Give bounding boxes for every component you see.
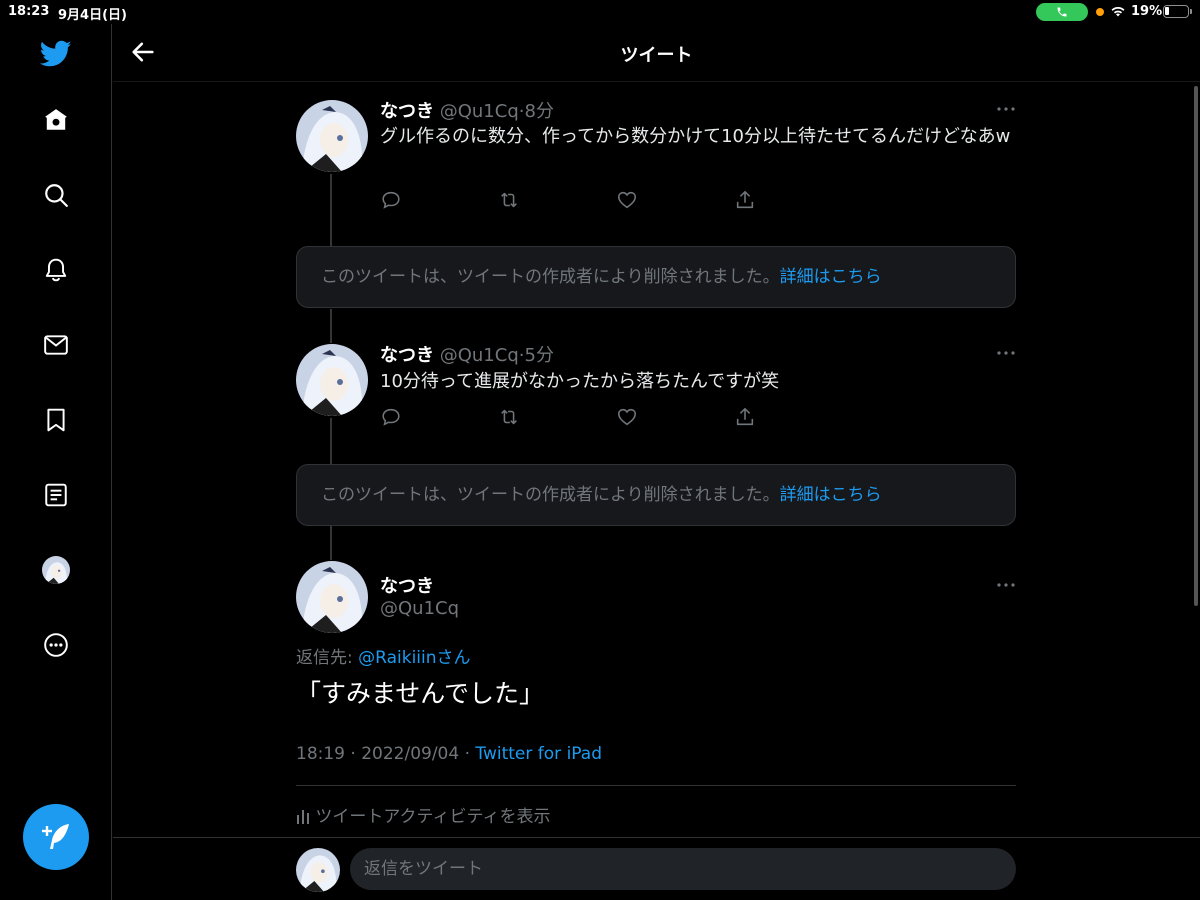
status-bar: 18:23 9月4日(日) 19% <box>0 0 1200 24</box>
tweet-actions <box>380 406 780 430</box>
display-name[interactable]: なつき <box>380 576 434 597</box>
mail-icon[interactable] <box>38 327 74 363</box>
avatar[interactable] <box>296 100 368 172</box>
deleted-tweet-notice: このツイートは、ツイートの作成者により削除されました。詳細はこちら <box>296 464 1016 526</box>
main-tweet-text: 「すみませんでした」 <box>296 679 545 708</box>
tweet-time[interactable]: 8分 <box>525 101 554 122</box>
retweet-icon[interactable] <box>498 406 520 428</box>
wifi-icon <box>1111 7 1125 17</box>
deleted-tweet-notice: このツイートは、ツイートの作成者により削除されました。詳細はこちら <box>296 246 1016 308</box>
retweet-icon[interactable] <box>498 189 520 211</box>
more-options-icon[interactable] <box>995 104 1017 114</box>
more-options-icon[interactable] <box>995 580 1017 590</box>
header: ツイート <box>113 24 1200 82</box>
handle[interactable]: @Qu1Cq <box>380 598 459 619</box>
battery-percent: 19% <box>1131 4 1163 19</box>
status-time: 18:23 <box>8 4 50 19</box>
tweet-header: なつき @Qu1Cq·8分 <box>380 97 554 123</box>
analytics-icon <box>297 810 309 824</box>
tweet-text: グル作るのに数分、作ってから数分かけて10分以上待たせてるんだけどなあw <box>380 126 1011 147</box>
replying-to: 返信先: @Raikiiinさん <box>296 643 471 668</box>
tweet-activity-link[interactable]: ツイートアクティビティを表示 <box>296 802 551 827</box>
main-tweet-name: なつき <box>380 572 434 598</box>
divider <box>296 785 1016 786</box>
reply-bar-avatar <box>296 848 340 892</box>
display-name[interactable]: なつき <box>380 345 434 366</box>
tweet-timestamp: 18:19 · 2022/09/04 · Twitter for iPad <box>296 744 602 764</box>
feather-plus-icon <box>42 824 69 849</box>
sidebar <box>0 24 112 900</box>
battery-icon <box>1163 5 1189 18</box>
display-name[interactable]: なつき <box>380 101 434 122</box>
status-date: 9月4日(日) <box>58 8 127 23</box>
deleted-notice-text: このツイートは、ツイートの作成者により削除されました。 <box>321 267 780 287</box>
tweet-detail-column: ツイート なつき @Qu1Cq·8分 グル作るのに数分、作ってから数分かけて10… <box>113 24 1200 900</box>
divider <box>113 837 1200 838</box>
bell-icon[interactable] <box>38 252 74 288</box>
more-options-icon[interactable] <box>995 348 1017 358</box>
deleted-notice-text: このツイートは、ツイートの作成者により削除されました。 <box>321 485 780 505</box>
tweet-header: なつき @Qu1Cq·5分 <box>380 341 554 367</box>
share-icon[interactable] <box>734 406 756 428</box>
battery-fill <box>1165 7 1169 15</box>
avatar[interactable] <box>296 561 368 633</box>
share-icon[interactable] <box>734 189 756 211</box>
battery-nub <box>1190 9 1192 14</box>
phone-icon <box>1057 7 1067 17</box>
profile-avatar[interactable] <box>42 556 70 584</box>
thread-line <box>330 526 332 560</box>
mic-indicator-dot <box>1096 8 1104 16</box>
tweet-text: 10分待って進展がなかったから落ちたんですが笑 <box>380 371 780 392</box>
thread-line <box>330 309 332 343</box>
main-tweet-handle: @Qu1Cq <box>380 598 459 619</box>
avatar[interactable] <box>296 344 368 416</box>
page-title: ツイート <box>620 45 693 66</box>
compose-tweet-button[interactable] <box>23 804 89 870</box>
more-icon[interactable] <box>38 627 74 663</box>
activity-label: ツイートアクティビティを表示 <box>315 807 551 827</box>
like-icon[interactable] <box>616 406 638 428</box>
thread-line <box>330 174 332 246</box>
reply-icon[interactable] <box>380 189 402 211</box>
call-indicator[interactable] <box>1036 3 1088 21</box>
scrollbar[interactable] <box>1194 86 1198 606</box>
home-icon[interactable] <box>38 102 74 138</box>
thread-line <box>330 418 332 464</box>
reply-mention-link[interactable]: @Raikiiin <box>358 648 436 668</box>
reply-suffix: さん <box>436 648 471 668</box>
like-icon[interactable] <box>616 189 638 211</box>
source-link[interactable]: Twitter for iPad <box>475 744 602 764</box>
learn-more-link[interactable]: 詳細はこちら <box>780 485 882 505</box>
tweet-actions <box>380 189 780 213</box>
reply-prefix: 返信先: <box>296 648 359 668</box>
search-icon[interactable] <box>38 177 74 213</box>
handle[interactable]: @Qu1Cq <box>440 101 519 122</box>
bookmark-icon[interactable] <box>38 402 74 438</box>
reply-input[interactable]: 返信をツイート <box>350 848 1016 890</box>
tweet-time[interactable]: 5分 <box>525 345 554 366</box>
handle[interactable]: @Qu1Cq <box>440 345 519 366</box>
list-icon[interactable] <box>38 477 74 513</box>
timestamp-text[interactable]: 18:19 · 2022/09/04 · <box>296 744 475 764</box>
learn-more-link[interactable]: 詳細はこちら <box>780 267 882 287</box>
reply-icon[interactable] <box>380 406 402 428</box>
twitter-logo-icon[interactable] <box>38 36 74 72</box>
